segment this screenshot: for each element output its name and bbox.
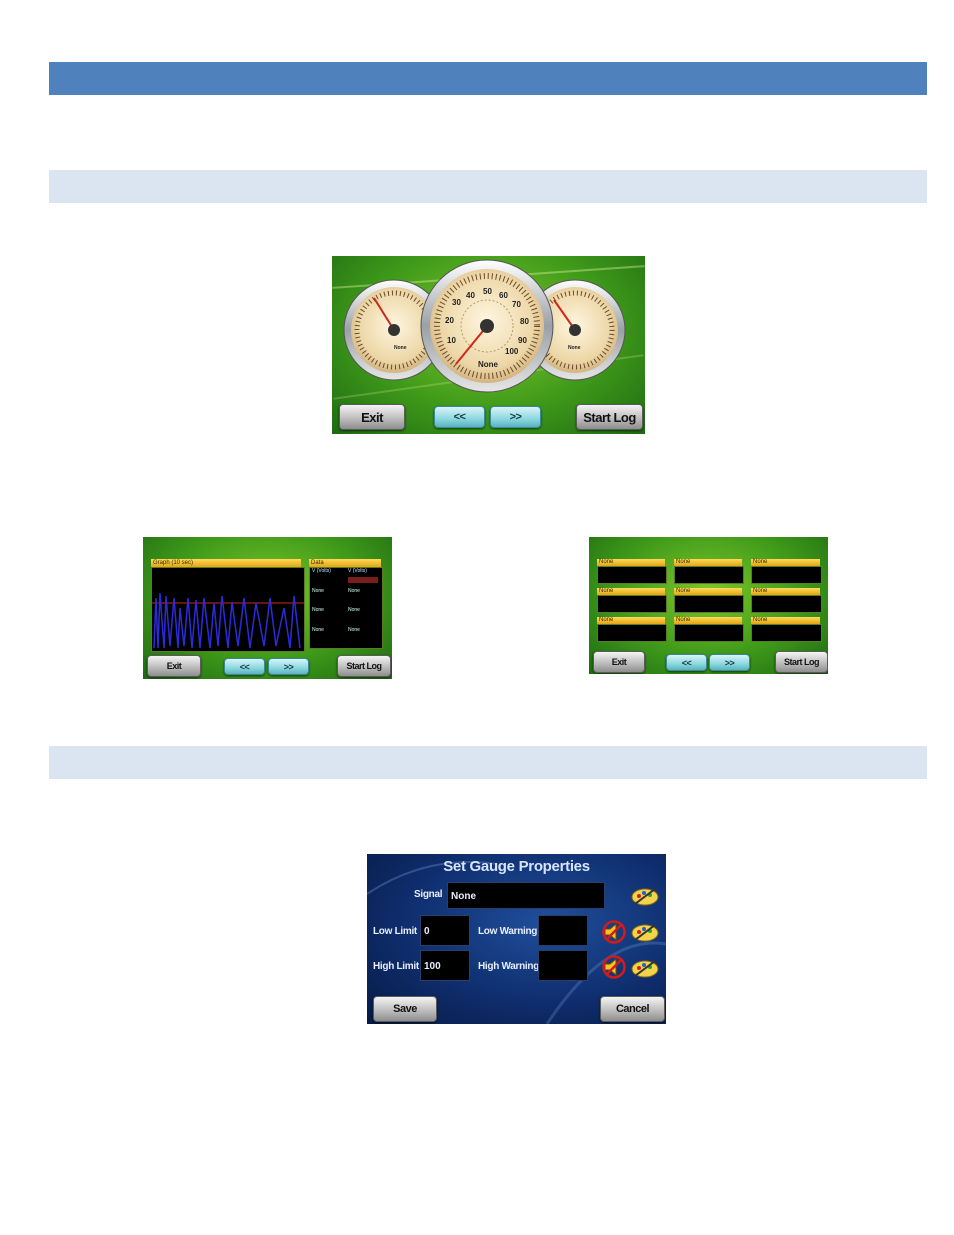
right-gauge-signal-label: None [568, 345, 581, 351]
palette-icon[interactable] [631, 886, 659, 906]
start-log-button[interactable]: Start Log [576, 404, 643, 430]
tick-label: 30 [452, 298, 461, 307]
grid-cell-label: None [674, 617, 742, 624]
high-limit-label: High Limit [373, 961, 419, 972]
graph-screen: Graph (10 sec) Data V (Volts) V (Volts) … [143, 537, 392, 679]
cancel-button[interactable]: Cancel [600, 996, 665, 1022]
speaker-muted-icon[interactable] [602, 955, 626, 979]
data-cell: None [312, 607, 324, 613]
palette-icon[interactable] [631, 958, 659, 978]
data-title: Data [309, 559, 381, 567]
grid-cell [674, 566, 744, 584]
grid-screen: None None None None None None None None … [589, 537, 828, 674]
tick-label: 80 [520, 317, 529, 326]
grid-cell [597, 595, 667, 613]
tick-label: 40 [466, 291, 475, 300]
data-header-1: V (Volts) [312, 568, 331, 574]
prev-button[interactable]: << [666, 654, 707, 671]
grid-cell [674, 595, 744, 613]
high-limit-field[interactable]: 100 [420, 950, 470, 981]
exit-button[interactable]: Exit [593, 651, 645, 673]
exit-button[interactable]: Exit [147, 655, 201, 677]
low-warning-field[interactable] [538, 915, 588, 946]
data-value-highlight [348, 577, 378, 583]
center-gauge [420, 259, 554, 393]
grid-cell [597, 624, 667, 642]
grid-cell [597, 566, 667, 584]
signal-field[interactable]: None [447, 882, 605, 909]
section-bar-1 [49, 170, 927, 203]
grid-cell-label: None [674, 588, 742, 595]
grid-cell-label: None [751, 588, 820, 595]
gauge-screen: 10 20 30 40 50 60 70 80 90 100 None None… [332, 256, 645, 434]
graph-title: Graph (10 sec) [151, 559, 301, 567]
low-limit-label: Low Limit [373, 926, 417, 937]
grid-cell [751, 595, 822, 613]
next-button[interactable]: >> [268, 658, 309, 675]
dialog-title: Set Gauge Properties [443, 858, 590, 875]
low-warning-label: Low Warning [478, 926, 538, 937]
data-cell: None [348, 588, 360, 594]
next-button[interactable]: >> [490, 406, 541, 428]
tick-label: 100 [505, 347, 519, 356]
grid-cell-label: None [674, 559, 742, 566]
grid-cell-label: None [751, 617, 820, 624]
grid-cell-label: None [597, 588, 665, 595]
low-limit-field[interactable]: 0 [420, 915, 470, 946]
signal-label: Signal [414, 889, 443, 900]
center-gauge-signal-label: None [478, 360, 498, 369]
high-warning-field[interactable] [538, 950, 588, 981]
grid-cell-label: None [751, 559, 820, 566]
save-button[interactable]: Save [373, 996, 437, 1022]
grid-cell-label: None [597, 617, 665, 624]
tick-label: 50 [483, 287, 492, 296]
grid-cell [674, 624, 744, 642]
grid-cell [751, 624, 822, 642]
exit-button[interactable]: Exit [339, 404, 405, 430]
tick-label: 90 [518, 336, 527, 345]
grid-cell [751, 566, 822, 584]
graph-area [151, 567, 305, 652]
data-header-2: V (Volts) [348, 568, 367, 574]
high-warning-label: High Warning [478, 961, 540, 972]
tick-label: 20 [445, 316, 454, 325]
data-cell: None [348, 627, 360, 633]
start-log-button[interactable]: Start Log [775, 651, 828, 673]
graph-trace [152, 592, 304, 649]
prev-button[interactable]: << [224, 658, 265, 675]
next-button[interactable]: >> [709, 654, 750, 671]
gauge-properties-dialog: Set Gauge Properties Signal None Low Lim… [367, 854, 666, 1024]
tick-label: 70 [512, 300, 521, 309]
prev-button[interactable]: << [434, 406, 485, 428]
start-log-button[interactable]: Start Log [337, 655, 391, 677]
speaker-muted-icon[interactable] [602, 920, 626, 944]
grid-cell-label: None [597, 559, 665, 566]
palette-icon[interactable] [631, 922, 659, 942]
data-cell: None [348, 607, 360, 613]
section-bar-2 [49, 746, 927, 779]
header-bar [49, 62, 927, 95]
data-cell: None [312, 627, 324, 633]
left-gauge-signal-label: None [394, 345, 407, 351]
tick-label: 60 [499, 291, 508, 300]
data-cell: None [312, 588, 324, 594]
tick-label: 10 [447, 336, 456, 345]
